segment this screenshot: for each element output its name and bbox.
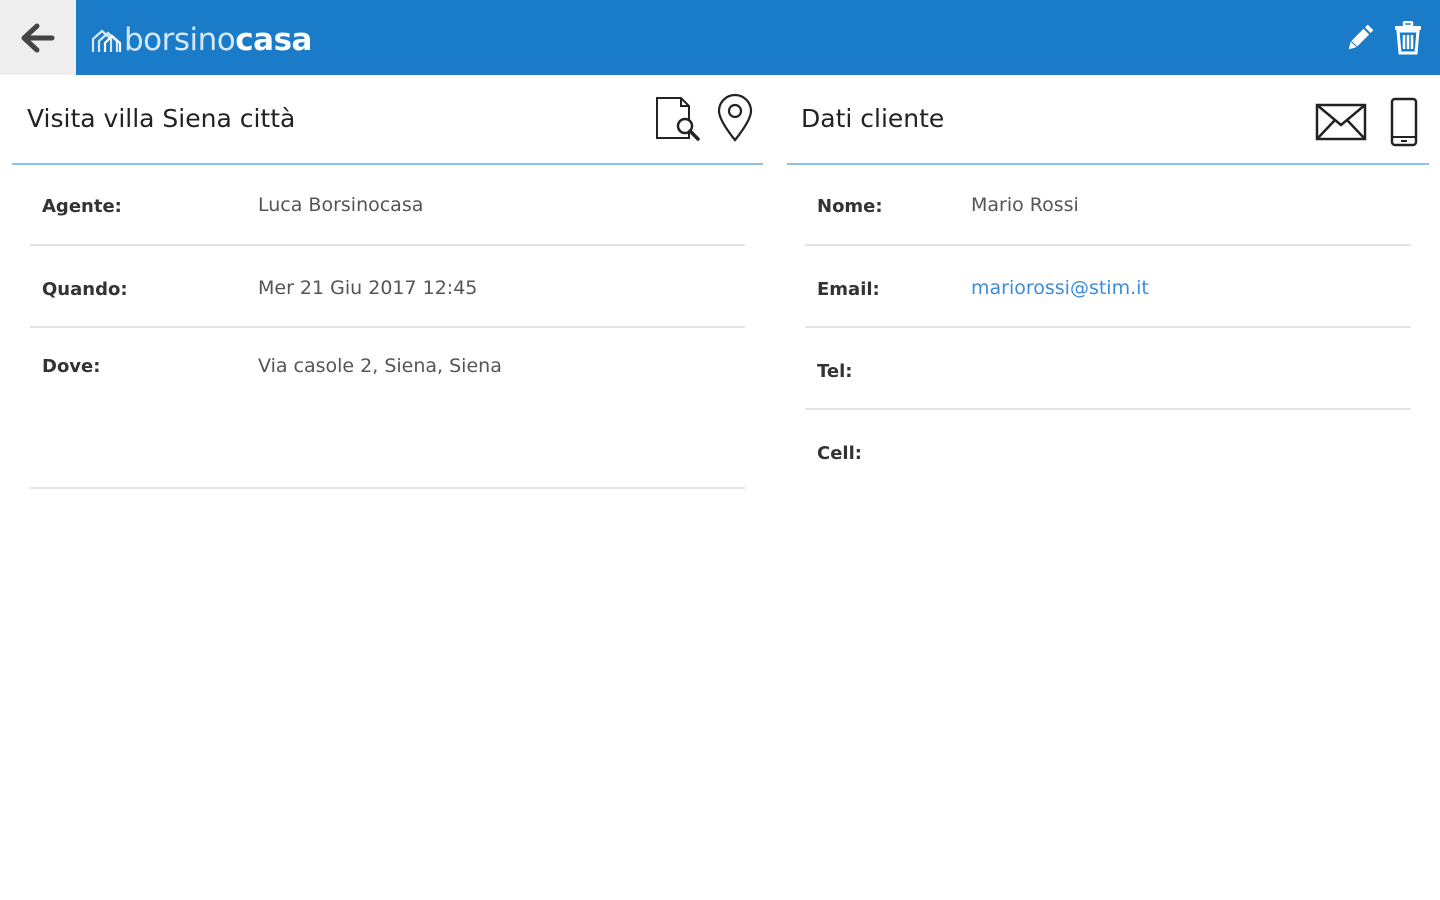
document-search-icon <box>656 97 700 141</box>
agent-value: Luca Borsinocasa <box>258 194 424 216</box>
client-row-cell: Cell: <box>805 410 1411 490</box>
detail-row-when: Quando: Mer 21 Giu 2017 12:45 <box>30 246 745 328</box>
envelope-icon <box>1315 103 1367 141</box>
edit-button[interactable] <box>1336 14 1384 62</box>
map-pin-icon <box>717 93 753 142</box>
back-button[interactable] <box>0 0 76 75</box>
name-value: Mario Rossi <box>971 194 1079 216</box>
email-link[interactable]: mariorossi@stim.it <box>971 277 1149 299</box>
client-row-name: Nome: Mario Rossi <box>805 165 1411 246</box>
location-button[interactable] <box>715 93 755 143</box>
email-label: Email: <box>817 279 880 300</box>
client-title: Dati cliente <box>801 104 945 133</box>
visit-panel: Visita villa Siena città Agente: Luca Bo… <box>12 75 763 489</box>
agent-label: Agente: <box>42 196 122 217</box>
smartphone-icon <box>1390 97 1418 147</box>
where-label: Dove: <box>42 356 101 377</box>
pencil-icon <box>1348 24 1374 49</box>
delete-button[interactable] <box>1384 14 1432 62</box>
client-panel-header: Dati cliente <box>787 75 1429 165</box>
client-panel: Dati cliente Nome: Mario Rossi Email: ma… <box>787 75 1429 490</box>
where-value: Via casole 2, Siena, Siena <box>258 355 502 377</box>
visit-details: Agente: Luca Borsinocasa Quando: Mer 21 … <box>30 165 745 489</box>
client-row-tel: Tel: <box>805 328 1411 410</box>
visit-actions <box>653 93 755 143</box>
detail-row-where: Dove: Via casole 2, Siena, Siena <box>30 328 745 489</box>
when-value: Mer 21 Giu 2017 12:45 <box>258 277 478 299</box>
logo-text-bold: casa <box>235 21 312 58</box>
tel-label: Tel: <box>817 361 853 382</box>
app-logo: borsinocasa <box>90 20 312 60</box>
cell-label: Cell: <box>817 443 862 464</box>
client-details: Nome: Mario Rossi Email: mariorossi@stim… <box>805 165 1411 490</box>
visit-panel-header: Visita villa Siena città <box>12 75 763 165</box>
visit-title: Visita villa Siena città <box>27 104 296 133</box>
when-label: Quando: <box>42 279 128 300</box>
client-actions <box>1315 97 1419 147</box>
name-label: Nome: <box>817 196 883 217</box>
logo-text-light: borsino <box>124 21 236 58</box>
arrow-left-icon <box>21 23 55 52</box>
top-actions <box>1336 0 1440 75</box>
trash-icon <box>1395 20 1421 54</box>
document-search-button[interactable] <box>653 94 701 142</box>
logo-house-icon <box>91 29 122 52</box>
client-row-email: Email: mariorossi@stim.it <box>805 246 1411 328</box>
detail-row-agent: Agente: Luca Borsinocasa <box>30 165 745 246</box>
send-email-button[interactable] <box>1315 103 1367 141</box>
top-app-bar: borsinocasa <box>0 0 1440 75</box>
call-phone-button[interactable] <box>1389 97 1419 147</box>
